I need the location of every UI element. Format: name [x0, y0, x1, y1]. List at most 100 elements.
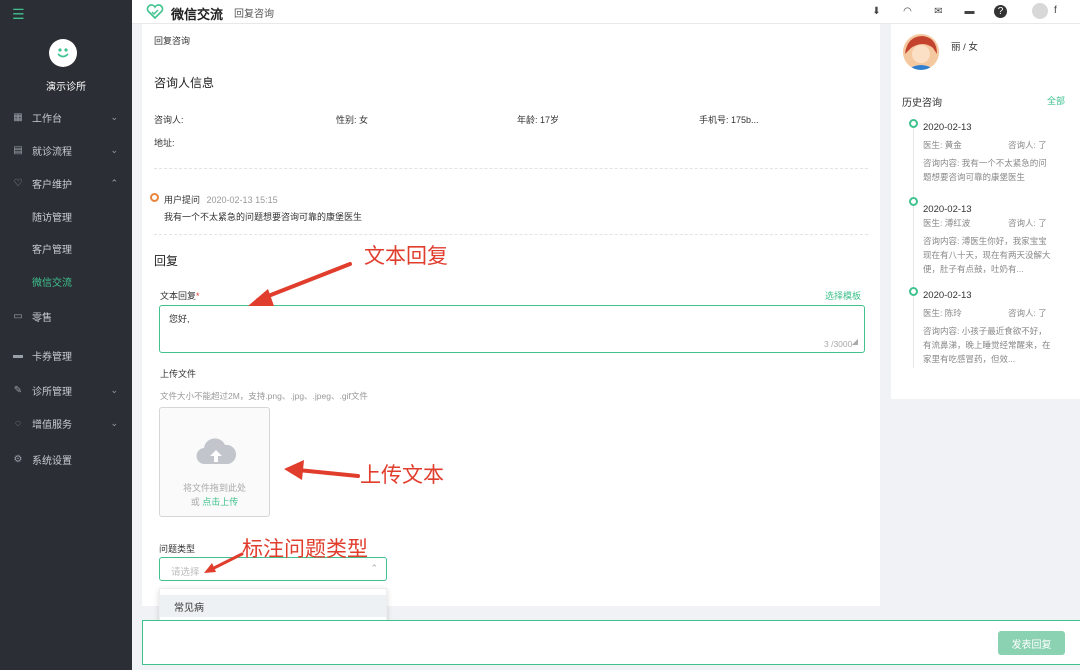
sidebar-item-visit-flow[interactable]: ▤ 就诊流程 ⌄ [0, 135, 132, 165]
heart-icon: ♡ [13, 177, 23, 189]
field-value: 17岁 [540, 115, 560, 125]
clipboard-icon: ▤ [13, 144, 23, 156]
history-panel: 丽 / 女 历史咨询 全部 2020-02-13 医生: 黄金 咨询人: 了 咨… [891, 24, 1080, 399]
question-type-dropdown: 常见病 [159, 588, 387, 624]
field-value: 女 [359, 115, 369, 125]
timeline-line [913, 128, 914, 368]
clinic-logo [49, 39, 77, 67]
sidebar-item-label: 就诊流程 [32, 146, 72, 158]
upload-dropzone[interactable]: 将文件拖到此处 或 点击上传 [159, 407, 270, 517]
sidebar-item-settings[interactable]: ⚙ 系统设置 [0, 444, 132, 474]
field-label: 地址: [154, 138, 175, 148]
timeline-dot [909, 287, 918, 296]
mail-icon[interactable]: ✉ [932, 5, 945, 18]
menu-toggle-icon[interactable]: ☰ [12, 6, 25, 23]
annotation-question-type: 标注问题类型 [242, 537, 368, 561]
message-icon[interactable]: ▬ [963, 5, 976, 18]
help-icon[interactable]: ? [994, 5, 1007, 18]
question-tag: 用户提问 [164, 195, 201, 205]
history-all-link[interactable]: 全部 [1047, 94, 1065, 107]
sidebar-item-label: 卡券管理 [32, 351, 72, 363]
field-label: 手机号: [699, 115, 729, 125]
sidebar-item-value-added[interactable]: ◌ 增值服务 ⌄ [0, 408, 132, 438]
text-reply-textarea[interactable]: 您好, ◢ [159, 305, 865, 353]
clinic-logo-icon [57, 48, 69, 58]
phone-field: 手机号: 175b... [699, 113, 759, 126]
textarea-value: 您好, [169, 314, 190, 324]
dropdown-option[interactable]: 常见病 [160, 595, 386, 617]
timeline-dot [909, 197, 918, 206]
consultant-field: 咨询人: [154, 113, 184, 126]
heart-logo-icon [146, 4, 164, 20]
history-doctor: 医生: 黄金 [923, 140, 962, 150]
history-content[interactable]: 咨询内容: 我有一个不太紧急的问题想要咨询可靠的康堡医生 [923, 156, 1053, 184]
sidebar-item-label: 客户维护 [32, 179, 72, 191]
history-consultant: 咨询人: 了 [1008, 140, 1047, 150]
chevron-down-icon: ⌄ [110, 111, 118, 122]
age-field: 年龄: 17岁 [517, 113, 559, 126]
question-timeline-dot [150, 193, 159, 202]
grid-icon: ▦ [13, 111, 23, 123]
click-upload-link[interactable]: 点击上传 [202, 497, 238, 507]
click-upload-line: 或 点击上传 [160, 495, 269, 508]
field-label: 咨询人: [154, 115, 184, 125]
history-consultant: 咨询人: 了 [1008, 308, 1047, 318]
sidebar-item-label: 随访管理 [32, 212, 72, 224]
or-text: 或 [190, 497, 200, 507]
divider [154, 234, 868, 235]
submit-reply-button[interactable]: 发表回复 [998, 631, 1065, 655]
headset-icon[interactable]: ◠ [901, 5, 914, 18]
annotation-upload: 上传文本 [360, 463, 444, 487]
field-value: 175b... [731, 115, 759, 125]
annotation-arrow-text-reply [248, 262, 352, 306]
sidebar-item-wechat[interactable]: 微信交流 [0, 266, 132, 296]
history-content[interactable]: 咨询内容: 小孩子最近食欲不好，有流鼻涕，晚上睡觉经常醒来，在家里有吃感冒药，但… [923, 324, 1053, 366]
page-subtitle: 回复咨询 [234, 9, 274, 20]
select-template-link[interactable]: 选择模板 [825, 289, 861, 302]
clinic-name: 演示诊所 [46, 82, 86, 93]
sidebar-item-label: 工作台 [32, 113, 62, 125]
sidebar-item-label: 客户管理 [32, 244, 72, 256]
user-avatar[interactable] [1032, 3, 1048, 19]
chevron-up-icon: ⌃ [110, 177, 118, 188]
select-placeholder: 请选择 [171, 567, 200, 578]
char-counter: 3 /3000 [824, 339, 853, 349]
history-content[interactable]: 咨询内容: 溥医生你好，我家宝宝现在有八十天，现在有两天没解大便，肚子有点鼓，吐… [923, 234, 1053, 276]
text-reply-label-text: 文本回复 [160, 291, 197, 301]
annotation-text-reply: 文本回复 [364, 244, 448, 268]
chevron-down-icon: ⌄ [110, 417, 118, 428]
divider [154, 168, 868, 169]
sidebar-item-customers[interactable]: 客户管理 [0, 233, 132, 263]
sidebar-item-label: 零售 [32, 312, 52, 324]
patient-avatar [903, 34, 939, 70]
question-header: 用户提问 2020-02-13 15:15 [164, 193, 278, 206]
question-time: 2020-02-13 15:15 [206, 195, 278, 205]
chevron-down-icon: ⌄ [110, 144, 118, 155]
sidebar-item-retail[interactable]: ▭ 零售 [0, 301, 132, 331]
question-type-label: 问题类型 [159, 544, 196, 554]
field-label: 性别: [336, 115, 357, 125]
sidebar-item-workbench[interactable]: ▦ 工作台 ⌄ [0, 102, 132, 132]
patient-label: 丽 / 女 [951, 42, 978, 53]
bottom-action-bar [142, 620, 1080, 665]
upload-label: 上传文件 [160, 369, 197, 379]
history-consultant: 咨询人: 了 [1008, 218, 1047, 228]
sidebar-item-followup[interactable]: 随访管理 [0, 201, 132, 231]
annotation-arrow-question-type [204, 552, 244, 573]
card-icon: ▬ [13, 349, 23, 361]
download-icon[interactable]: ⬇ [870, 5, 883, 18]
question-text: 我有一个不太紧急的问题想要咨询可靠的康堡医生 [164, 212, 363, 222]
annotation-arrow-upload [284, 460, 360, 480]
gender-field: 性别: 女 [336, 113, 368, 126]
reply-form-card: 回复咨询 咨询人信息 咨询人: 性别: 女 年龄: 17岁 手机号: 175b.… [142, 24, 880, 624]
resize-handle-icon[interactable]: ◢ [852, 337, 858, 346]
sidebar-item-cards[interactable]: ▬ 卡券管理 [0, 340, 132, 370]
patient-avatar-image [903, 34, 939, 70]
sidebar-item-customer-care[interactable]: ♡ 客户维护 ⌃ [0, 168, 132, 198]
sidebar-item-label: 微信交流 [32, 277, 72, 289]
user-name[interactable]: f [1054, 5, 1057, 16]
sidebar-item-label: 系统设置 [32, 455, 72, 467]
required-mark: * [196, 291, 200, 301]
sidebar-item-clinic-manage[interactable]: ✎ 诊所管理 ⌄ [0, 375, 132, 405]
history-date: 2020-02-13 [923, 204, 972, 215]
